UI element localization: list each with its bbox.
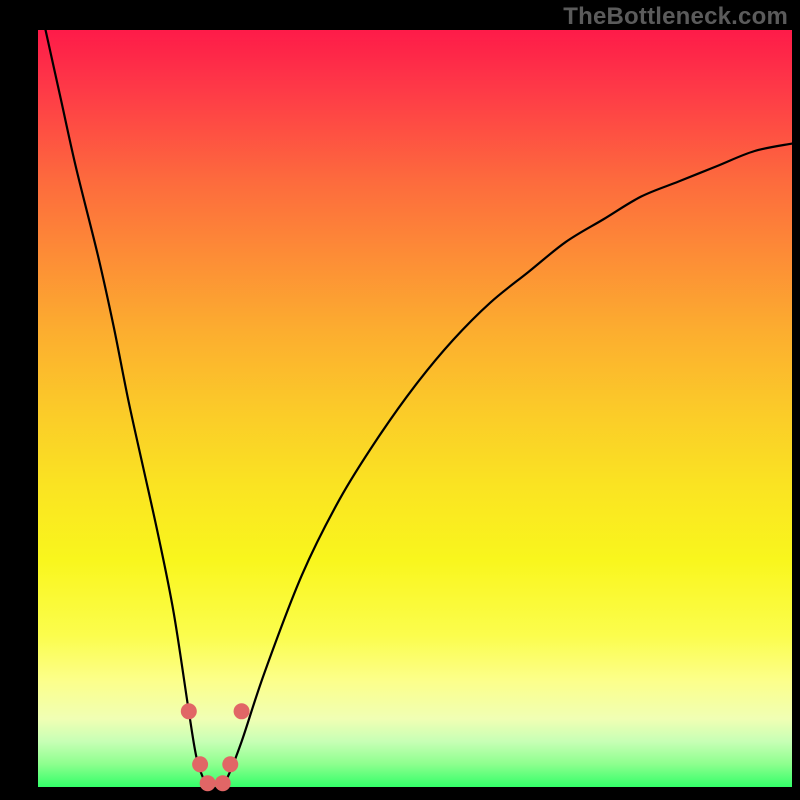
chart-frame: TheBottleneck.com: [0, 0, 800, 800]
curve-marker: [192, 756, 208, 772]
curve-marker: [222, 756, 238, 772]
curve-marker: [200, 775, 216, 791]
curve-marker: [215, 775, 231, 791]
bottleneck-curve: [46, 30, 792, 788]
watermark-text: TheBottleneck.com: [563, 3, 788, 31]
curve-marker: [181, 703, 197, 719]
curve-marker: [234, 703, 250, 719]
bottleneck-curve-svg: [38, 30, 792, 787]
